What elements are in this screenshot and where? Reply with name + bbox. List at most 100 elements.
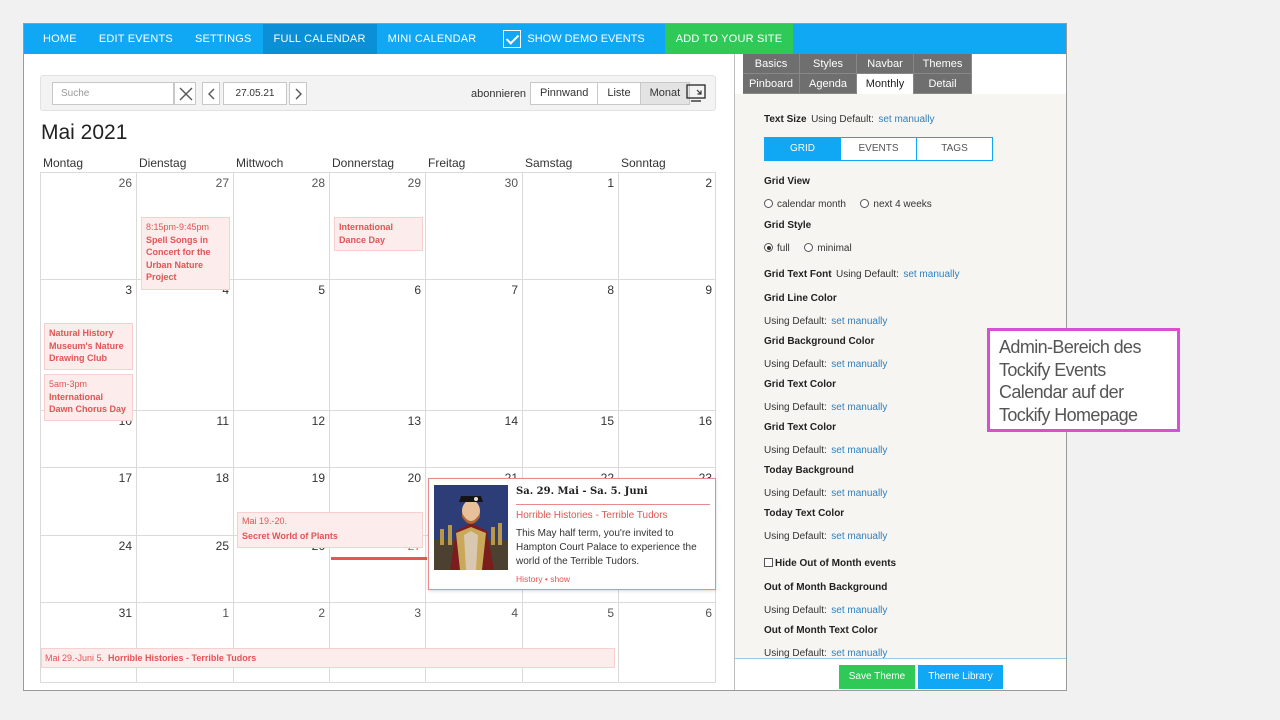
color-setting: Out of Month Background Using Default: s… <box>764 582 887 618</box>
day-number: 1 <box>222 606 229 620</box>
show-demo-events-toggle[interactable]: SHOW DEMO EVENTS <box>487 24 654 54</box>
color-setting: Grid Text Color Using Default: set manua… <box>764 422 887 458</box>
calendar-event[interactable]: 5am-3pm International Dawn Chorus Day <box>44 374 133 421</box>
day-cell[interactable]: 28 <box>233 172 329 279</box>
tab-agenda[interactable]: Agenda <box>800 74 857 94</box>
radio-full[interactable] <box>764 243 773 252</box>
day-cell[interactable]: 17 <box>40 467 136 535</box>
event-popup[interactable]: Sa. 29. Mai - Sa. 5. Juni Horrible Histo… <box>428 478 716 590</box>
grid-style-setting: Grid Style full minimal <box>764 220 852 256</box>
add-to-your-site-button[interactable]: ADD TO YOUR SITE <box>664 24 794 54</box>
nav-settings[interactable]: SETTINGS <box>184 24 263 54</box>
previous-month-button[interactable] <box>202 82 220 105</box>
event-title: Natural History Museum's Nature Drawing … <box>49 328 124 363</box>
search-input[interactable] <box>52 82 174 105</box>
radio-calendar-month[interactable] <box>764 199 773 208</box>
show-demo-events-label: SHOW DEMO EVENTS <box>527 33 645 45</box>
day-cell[interactable]: 5 <box>522 602 618 683</box>
set-manually-link[interactable]: set manually <box>878 114 934 125</box>
calendar-event[interactable]: International Dance Day <box>334 217 423 251</box>
day-cell[interactable]: 16 <box>618 410 716 467</box>
day-cell[interactable]: 5 <box>233 279 329 410</box>
calendar-event[interactable]: Mai 19.-20. Secret World of Plants <box>237 512 423 548</box>
color-setting: Today Text Color Using Default: set manu… <box>764 508 887 544</box>
day-cell[interactable]: 1 <box>522 172 618 279</box>
tab-themes[interactable]: Themes <box>914 54 972 74</box>
day-cell[interactable]: 9 <box>618 279 716 410</box>
save-theme-button[interactable]: Save Theme <box>839 665 915 689</box>
set-manually-link[interactable]: set manually <box>831 445 887 456</box>
event-title: Horrible Histories - Terrible Tudors <box>108 653 257 663</box>
event-time: Mai 29.-Juni 5. <box>45 653 105 663</box>
radio-minimal[interactable] <box>804 243 814 252</box>
view-monat-button[interactable]: Monat <box>639 83 690 104</box>
day-cell[interactable]: 8 <box>522 279 618 410</box>
tab-monthly[interactable]: Monthly <box>857 74 914 94</box>
show-link[interactable]: show <box>550 574 570 584</box>
set-manually-link[interactable]: set manually <box>831 531 887 542</box>
tag-history-link[interactable]: History <box>516 574 542 584</box>
tockify-admin-window: HOME EDIT EVENTS SETTINGS FULL CALENDAR … <box>23 23 1067 691</box>
checkbox-checked-icon[interactable] <box>503 30 522 48</box>
day-cell[interactable]: 30 <box>425 172 522 279</box>
day-cell[interactable]: 6 <box>618 602 716 683</box>
day-cell[interactable]: 1 <box>136 602 233 683</box>
day-cell[interactable]: 12 <box>233 410 329 467</box>
nav-full-calendar[interactable]: FULL CALENDAR <box>262 24 377 54</box>
nav-edit-events[interactable]: EDIT EVENTS <box>88 24 184 54</box>
calendar-event[interactable]: 8:15pm-9:45pm Spell Songs in Concert for… <box>141 217 230 290</box>
day-cell[interactable]: 14 <box>425 410 522 467</box>
set-manually-link[interactable]: set manually <box>831 648 887 658</box>
day-cell[interactable]: 4 <box>425 602 522 683</box>
segment-events[interactable]: EVENTS <box>840 138 916 160</box>
day-cell[interactable]: 7 <box>425 279 522 410</box>
set-manually-link[interactable]: set manually <box>831 316 887 327</box>
next-month-button[interactable] <box>289 82 307 105</box>
calendar-event[interactable]: Mai 29.-Juni 5. Horrible Histories - Terr… <box>41 648 615 668</box>
day-cell[interactable]: 4 <box>136 279 233 410</box>
nav-home[interactable]: HOME <box>24 24 88 54</box>
tab-detail[interactable]: Detail <box>914 74 972 94</box>
fullscreen-button[interactable] <box>686 84 706 102</box>
day-cell[interactable]: 2 <box>233 602 329 683</box>
event-title: Secret World of Plants <box>242 531 338 541</box>
segment-tags[interactable]: TAGS <box>916 138 992 160</box>
segment-grid[interactable]: GRID <box>765 138 840 160</box>
day-cell[interactable]: 26 <box>40 172 136 279</box>
day-cell[interactable]: 11 <box>136 410 233 467</box>
day-cell[interactable]: 3 <box>329 602 425 683</box>
day-cell[interactable]: 25 <box>136 535 233 602</box>
day-cell[interactable]: 6 <box>329 279 425 410</box>
set-manually-link[interactable]: set manually <box>831 488 887 499</box>
view-pinnwand-button[interactable]: Pinnwand <box>531 83 598 104</box>
theme-library-button[interactable]: Theme Library <box>918 665 1003 689</box>
tab-navbar[interactable]: Navbar <box>857 54 914 74</box>
set-manually-link[interactable]: set manually <box>831 359 887 370</box>
popup-title[interactable]: Horrible Histories - Terrible Tudors <box>516 510 668 521</box>
day-cell[interactable]: 31 <box>40 602 136 683</box>
day-cell[interactable]: 2 <box>618 172 716 279</box>
grid-border <box>715 172 716 683</box>
set-manually-link[interactable]: set manually <box>903 269 959 280</box>
day-cell[interactable]: 18 <box>136 467 233 535</box>
day-number: 31 <box>118 606 132 620</box>
day-cell[interactable]: 15 <box>522 410 618 467</box>
date-field[interactable]: 27.05.21 <box>223 82 287 105</box>
calendar-toolbar: 27.05.21 abonnieren Pinnwand Liste Monat <box>40 75 716 111</box>
setting-label: Grid Style <box>764 220 812 231</box>
tab-pinboard[interactable]: Pinboard <box>743 74 800 94</box>
nav-mini-calendar[interactable]: MINI CALENDAR <box>377 24 488 54</box>
radio-next-4-weeks[interactable] <box>860 199 870 208</box>
set-manually-link[interactable]: set manually <box>831 402 887 413</box>
calendar-event[interactable]: Natural History Museum's Nature Drawing … <box>44 323 133 370</box>
tab-basics[interactable]: Basics <box>743 54 800 74</box>
tab-styles[interactable]: Styles <box>800 54 857 74</box>
view-liste-button[interactable]: Liste <box>597 83 640 104</box>
subscribe-link[interactable]: abonnieren <box>471 88 526 100</box>
hide-out-of-month-checkbox[interactable] <box>764 558 773 567</box>
day-cell[interactable]: 13 <box>329 410 425 467</box>
day-cell[interactable]: 24 <box>40 535 136 602</box>
radio-label: full <box>777 243 790 254</box>
clear-search-button[interactable] <box>174 82 196 105</box>
set-manually-link[interactable]: set manually <box>831 605 887 616</box>
